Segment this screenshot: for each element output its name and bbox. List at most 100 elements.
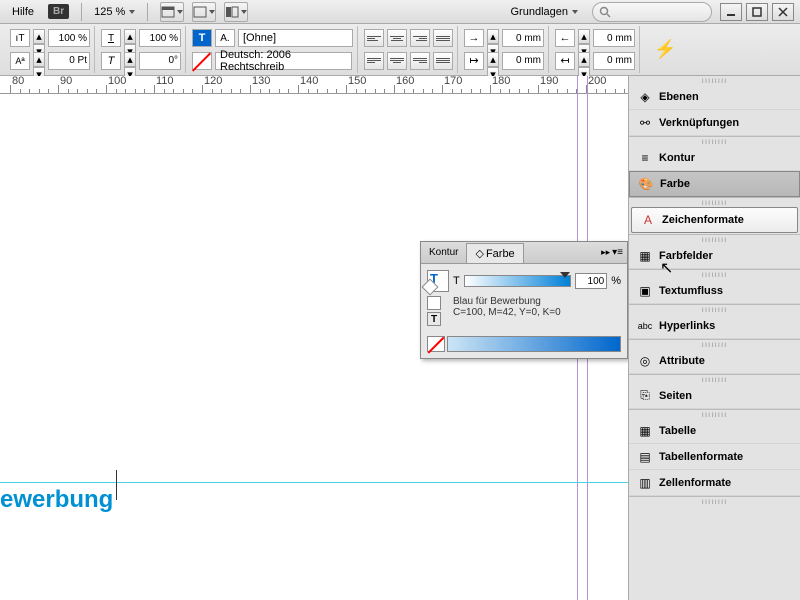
indent-right-input[interactable]	[593, 29, 635, 47]
ruler-horizontal: 8090100110120130140150160170180190200	[0, 76, 628, 94]
maximize-button[interactable]	[746, 3, 768, 21]
swatches-icon: ▦	[637, 248, 653, 264]
panel-attribute[interactable]: ◎Attribute	[629, 348, 800, 374]
charstyle-select[interactable]: [Ohne]	[238, 29, 353, 47]
panel-farbfelder[interactable]: ▦Farbfelder	[629, 243, 800, 269]
none-swatch[interactable]	[427, 336, 445, 352]
vscale-spinner[interactable]: ▴▾	[33, 29, 45, 47]
view-mode-btn-3[interactable]	[224, 2, 248, 22]
table-icon: ▦	[637, 423, 653, 439]
drag-handle[interactable]: ıııııııı	[629, 497, 800, 505]
drag-handle[interactable]: ıııııııı	[629, 137, 800, 145]
color-icon: 🎨	[638, 176, 654, 192]
view-mode-btn-1[interactable]	[160, 2, 184, 22]
baseline-input[interactable]	[48, 52, 90, 70]
close-button[interactable]	[772, 3, 794, 21]
vscale-icon: ıT	[10, 29, 30, 47]
indent-right-spinner[interactable]: ▴▾	[578, 29, 590, 47]
justify-right-btn[interactable]	[410, 52, 430, 70]
view-mode-btn-2[interactable]	[192, 2, 216, 22]
indent-first-input[interactable]	[502, 52, 544, 70]
baseline-spinner[interactable]: ▴▾	[33, 52, 45, 70]
align-justify-btn[interactable]	[433, 29, 453, 47]
indent-left-input[interactable]	[502, 29, 544, 47]
stroke-none-icon[interactable]	[192, 52, 212, 70]
container-fill-icon[interactable]	[427, 296, 441, 310]
panel-kontur[interactable]: ≡Kontur	[629, 145, 800, 171]
align-left-btn[interactable]	[364, 29, 384, 47]
skew-spinner[interactable]: ▴▾	[124, 52, 136, 70]
tint-slider[interactable]	[464, 275, 571, 287]
panel-tabelle[interactable]: ▦Tabelle	[629, 418, 800, 444]
indent-last-spinner[interactable]: ▴▾	[578, 52, 590, 70]
drag-handle[interactable]: ıııııııı	[629, 76, 800, 84]
justify-center-btn[interactable]	[387, 52, 407, 70]
align-center-btn[interactable]	[387, 29, 407, 47]
color-panel[interactable]: Kontur ◇Farbe ▸▸ ▾≡ T %	[420, 241, 628, 359]
layers-icon: ◈	[637, 89, 653, 105]
tab-farbe[interactable]: ◇Farbe	[466, 243, 523, 263]
charstyles-icon: A	[640, 212, 656, 228]
language-select[interactable]: Deutsch: 2006 Rechtschreib	[215, 52, 352, 70]
canvas[interactable]: 8090100110120130140150160170180190200 ew…	[0, 76, 628, 600]
panel-zeichenformate[interactable]: AZeichenformate	[631, 207, 798, 233]
drag-handle[interactable]: ıııııııı	[629, 270, 800, 278]
align-right-btn[interactable]	[410, 29, 430, 47]
panel-textumfluss[interactable]: ▣Textumfluss	[629, 278, 800, 304]
skew-input[interactable]	[139, 52, 181, 70]
zoom-combo[interactable]: 125 %	[94, 6, 135, 18]
fill-stroke-proxy[interactable]	[427, 270, 449, 292]
indent-left-spinner[interactable]: ▴▾	[487, 29, 499, 47]
tab-kontur[interactable]: Kontur	[421, 244, 466, 261]
tablestyles-icon: ▤	[637, 449, 653, 465]
panel-ebenen[interactable]: ◈Ebenen	[629, 84, 800, 110]
tint-label: T	[453, 275, 460, 287]
workspace-preset[interactable]: Grundlagen	[505, 6, 585, 18]
indent-last-input[interactable]	[593, 52, 635, 70]
search-input[interactable]	[592, 2, 712, 22]
indent-left-icon: →	[464, 29, 484, 47]
swatch-name: Blau für Bewerbung	[453, 296, 561, 307]
drag-handle[interactable]: ıııııııı	[629, 235, 800, 243]
panel-collapse-icon[interactable]: ▸▸	[601, 247, 610, 258]
chevron-down-icon	[177, 10, 183, 14]
indent-first-spinner[interactable]: ▴▾	[487, 52, 499, 70]
quick-apply-icon[interactable]: ⚡	[646, 39, 684, 60]
hscale-input[interactable]	[139, 29, 181, 47]
attributes-icon: ◎	[637, 353, 653, 369]
text-fill-icon[interactable]: T	[427, 312, 441, 326]
charstyle-icon: A.	[215, 29, 235, 47]
panel-zellenformate[interactable]: ▥Zellenformate	[629, 470, 800, 496]
cellstyles-icon: ▥	[637, 475, 653, 491]
panel-verknuepfungen[interactable]: ⚯Verknüpfungen	[629, 110, 800, 136]
hscale-icon: T	[101, 29, 121, 47]
drag-handle[interactable]: ıııııııı	[629, 340, 800, 348]
minimize-button[interactable]	[720, 3, 742, 21]
panel-tabellenformate[interactable]: ▤Tabellenformate	[629, 444, 800, 470]
textwrap-icon: ▣	[637, 283, 653, 299]
bridge-badge[interactable]: Br	[48, 4, 69, 19]
hscale-spinner[interactable]: ▴▾	[124, 29, 136, 47]
tint-input[interactable]	[575, 273, 607, 289]
drag-handle[interactable]: ıııııııı	[629, 305, 800, 313]
fill-t-icon[interactable]: T	[192, 29, 212, 47]
menu-hilfe[interactable]: Hilfe	[6, 4, 40, 20]
pages-icon: ⎘	[637, 388, 653, 404]
panel-seiten[interactable]: ⎘Seiten	[629, 383, 800, 409]
justify-all-btn[interactable]	[433, 52, 453, 70]
panel-hyperlinks[interactable]: abcHyperlinks	[629, 313, 800, 339]
document-text[interactable]: ewerbung	[0, 486, 113, 514]
spectrum-picker[interactable]	[447, 336, 621, 352]
workspace-preset-label: Grundlagen	[511, 6, 569, 18]
drag-handle[interactable]: ıııııııı	[629, 198, 800, 206]
swatch-spec: C=100, M=42, Y=0, K=0	[453, 307, 561, 318]
baseline-guide	[0, 482, 628, 483]
vscale-input[interactable]	[48, 29, 90, 47]
drag-handle[interactable]: ıııııııı	[629, 410, 800, 418]
panel-menu-icon[interactable]: ▾≡	[612, 247, 623, 258]
justify-left-btn[interactable]	[364, 52, 384, 70]
text-cursor	[116, 470, 117, 500]
panel-farbe[interactable]: 🎨Farbe	[629, 171, 800, 197]
drag-handle[interactable]: ıııııııı	[629, 375, 800, 383]
chevron-down-icon	[241, 10, 247, 14]
